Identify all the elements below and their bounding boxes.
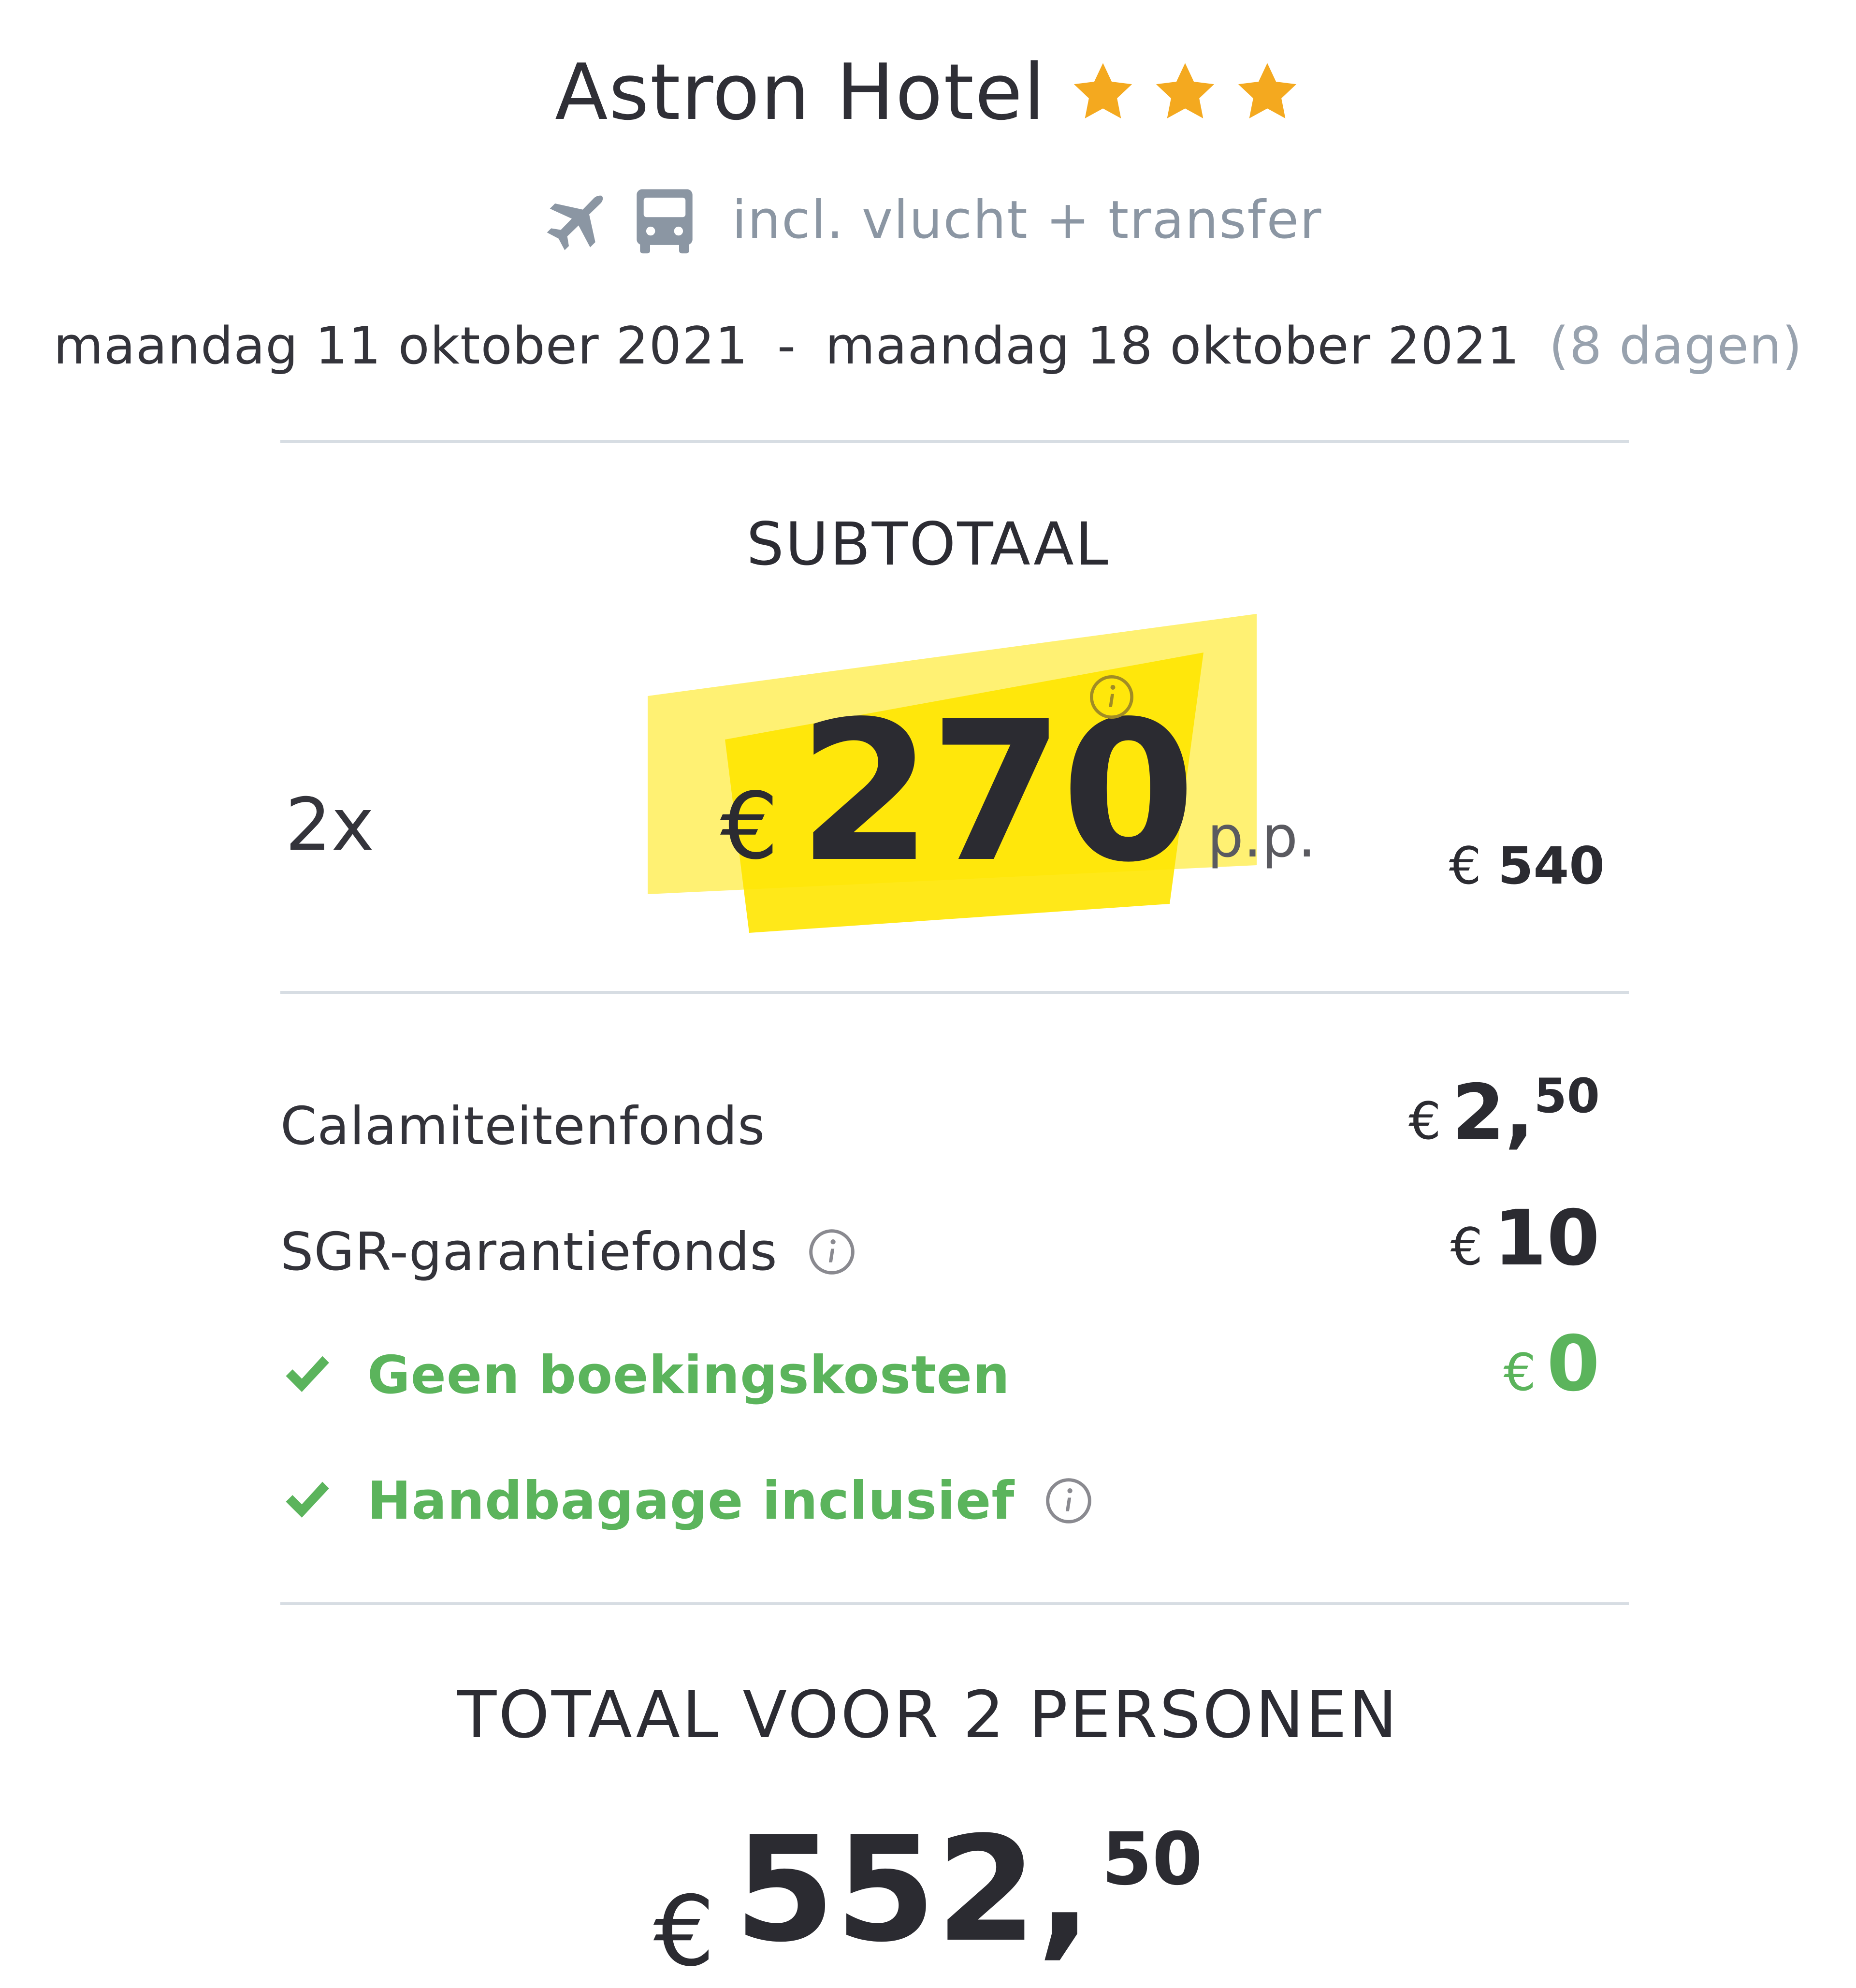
total-title: TOTAAL VOOR 2 PERSONEN — [457, 1677, 1399, 1753]
transport-label: incl. vlucht + transfer — [732, 189, 1322, 250]
date-separator: - — [777, 316, 797, 376]
bus-icon — [636, 189, 693, 254]
info-icon[interactable] — [1044, 1476, 1094, 1526]
person-quantity: 2x — [285, 783, 375, 867]
fee-amount-calamiteitenfonds: €2,50 — [1257, 1068, 1600, 1157]
end-date: maandag 18 oktober 2021 — [825, 316, 1520, 376]
currency-symbol: € — [653, 1875, 715, 1988]
fee-label-sgr-garantiefonds: SGR-garantiefonds — [280, 1216, 857, 1288]
fee-label-text: Geen boekingskosten — [367, 1345, 1010, 1406]
star-icon — [1238, 63, 1296, 118]
travel-dates: maandag 11 oktober 2021 - maandag 18 okt… — [0, 309, 1856, 382]
hotel-name: Astron Hotel — [555, 46, 1046, 137]
currency-symbol: € — [720, 773, 779, 880]
currency-symbol: € — [1450, 1217, 1483, 1277]
amount-integer: 0 — [1547, 1320, 1600, 1408]
amount-decimals: 50 — [1102, 1817, 1203, 1901]
trip-duration: (8 dagen) — [1549, 316, 1803, 376]
currency-symbol: € — [1503, 1343, 1537, 1402]
total-amount: € 552, 50 — [0, 1805, 1856, 1988]
subtotal-value: 540 — [1497, 836, 1605, 896]
fee-label-calamiteitenfonds: Calamiteitenfonds — [280, 1090, 765, 1162]
divider — [280, 440, 1629, 443]
fee-label-text: Handbagage inclusief — [367, 1470, 1015, 1531]
divider — [280, 991, 1629, 994]
fee-label-text: Calamiteitenfonds — [280, 1096, 766, 1157]
currency-symbol: € — [1408, 1091, 1441, 1151]
star-icon — [1073, 63, 1132, 118]
fee-label-boekingskosten: Geen boekingskosten — [367, 1339, 1010, 1411]
amount-integer: 552, — [734, 1805, 1092, 1974]
check-icon — [286, 1356, 329, 1392]
fee-label-text: SGR-garantiefonds — [280, 1221, 778, 1282]
star-rating — [1069, 58, 1301, 126]
amount-integer: 10 — [1494, 1194, 1600, 1283]
price-amount: 270 — [798, 680, 1196, 905]
subtotal-title: SUBTOTAAL — [746, 510, 1110, 579]
subtotal-amount: € 540 — [1305, 836, 1605, 904]
transport-info: incl. vlucht + transfer — [0, 179, 1856, 261]
amount-integer: 2, — [1451, 1068, 1534, 1157]
star-icon — [1156, 63, 1214, 118]
fee-amount-boekingskosten: €0 — [1257, 1320, 1600, 1408]
fee-amount-sgr-garantiefonds: €10 — [1257, 1194, 1600, 1283]
info-icon[interactable] — [807, 1227, 857, 1277]
hotel-header: Astron Hotel — [0, 39, 1856, 145]
divider — [280, 1602, 1629, 1605]
price-per-person: € 270 p.p. — [720, 696, 1316, 889]
per-person-label: p.p. — [1207, 803, 1316, 870]
check-icon — [286, 1481, 329, 1518]
currency-symbol: € — [1449, 836, 1482, 896]
airplane-icon — [547, 195, 603, 250]
fee-label-handbagage: Handbagage inclusief — [367, 1465, 1094, 1537]
start-date: maandag 11 oktober 2021 — [53, 316, 748, 376]
info-icon[interactable] — [1088, 673, 1136, 721]
amount-decimals: 50 — [1534, 1069, 1600, 1124]
